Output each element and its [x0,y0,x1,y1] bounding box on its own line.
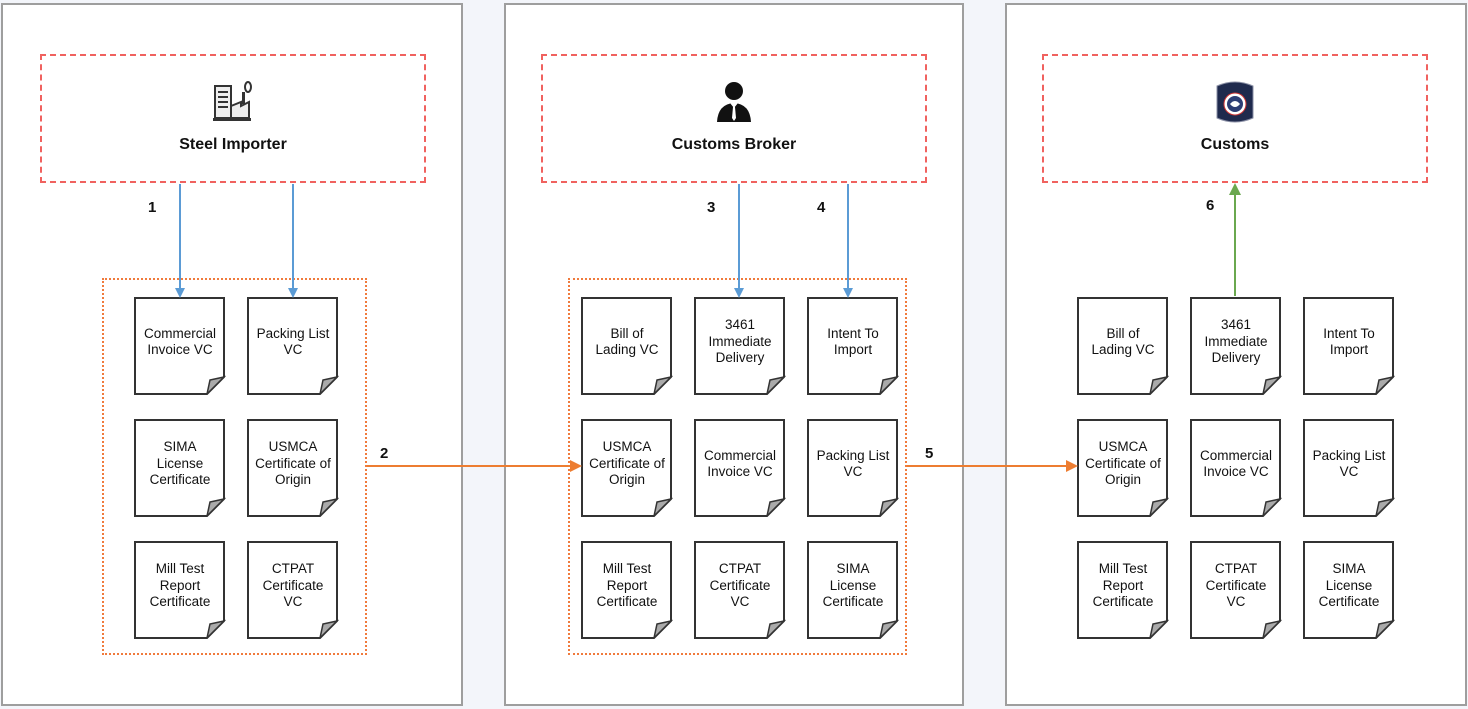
flow-arrows [175,183,1241,472]
step-label-5: 5 [925,445,934,462]
step-label-3: 3 [707,199,716,216]
step-label-2: 2 [380,445,389,462]
step-label-4: 4 [817,199,826,216]
step-label-1: 1 [148,199,157,216]
step-label-6: 6 [1206,197,1215,214]
